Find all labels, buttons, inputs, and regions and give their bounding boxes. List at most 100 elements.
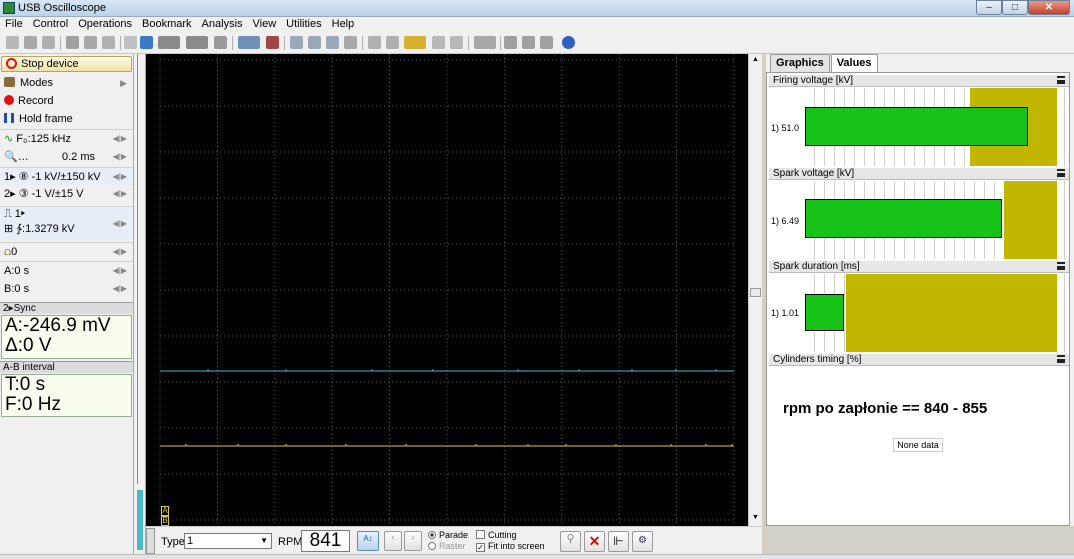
spin-arrows-icon[interactable]: ◀|▶ (113, 185, 127, 203)
channel-strip[interactable] (134, 54, 146, 554)
minimize-button[interactable]: – (976, 0, 1002, 15)
scroll-up-icon[interactable]: ▲ (752, 56, 759, 63)
undo-icon[interactable] (214, 36, 227, 49)
clear-button[interactable]: ✕ (584, 531, 605, 552)
folder-icon[interactable] (404, 36, 426, 49)
check-down-icon[interactable] (326, 36, 339, 49)
next-button[interactable]: › (404, 531, 422, 551)
layout-icon[interactable] (474, 36, 496, 49)
scroll-down-icon[interactable]: ▼ (752, 514, 759, 521)
previous-button[interactable]: ‹ (384, 531, 402, 551)
maximize-button[interactable]: □ (1002, 0, 1028, 15)
values-view: Firing voltage [kV] 1) 51.0 Spark voltag… (766, 72, 1070, 526)
spin-arrows-icon[interactable]: ◀|▶ (113, 243, 127, 261)
paste-icon[interactable] (84, 36, 97, 49)
spark-duration-limit-zone (846, 274, 1057, 352)
cursor-a-marker[interactable]: A (161, 506, 169, 516)
spin-arrows-icon[interactable]: ◀|▶ (113, 216, 127, 231)
sync-readout: A:-246.9 mV Δ:0 V (1, 315, 132, 359)
search-button[interactable]: ⚲ (560, 531, 581, 552)
page-icon[interactable] (344, 36, 357, 49)
export-icon[interactable] (386, 36, 399, 49)
grid-icon[interactable] (368, 36, 381, 49)
help-icon[interactable] (562, 36, 575, 49)
menu-control[interactable]: Control (28, 17, 73, 32)
spin-arrows-icon[interactable]: ◀|▶ (113, 148, 127, 166)
channel-2-control[interactable]: 2▸ ③ -1 V/±15 V ◀|▶ (0, 185, 133, 203)
scroll-thumb[interactable] (750, 288, 761, 297)
cursor-b-control[interactable]: B:0 s ◀|▶ (0, 280, 133, 298)
record-icon (4, 95, 14, 105)
raster-radio[interactable]: Raster (428, 541, 468, 552)
waveform-2-icon[interactable] (186, 36, 208, 49)
channel-b-icon[interactable] (450, 36, 463, 49)
channel-1-range-bar (137, 490, 143, 550)
spark-duration-gauge (805, 274, 1067, 352)
channel-2-marker[interactable]: 2▸ (148, 439, 159, 450)
measure-icon[interactable] (238, 36, 260, 49)
menu-help[interactable]: Help (327, 17, 360, 32)
check-all-icon[interactable] (308, 36, 321, 49)
trigger-control[interactable]: ⎍ 1▸ ⊞ ∱:1.3279 kV ◀|▶ (0, 206, 133, 240)
cylinder-button[interactable]: ⊩ (608, 531, 629, 552)
probe-icon[interactable] (140, 36, 153, 49)
ab-interval-readout: T:0 s F:0 Hz (1, 374, 132, 417)
channel-2-trace (160, 444, 734, 447)
hold-frame-button[interactable]: Hold frame (0, 110, 133, 128)
waveform-1-icon[interactable] (158, 36, 180, 49)
open-file-icon[interactable] (6, 36, 19, 49)
channel-1-control[interactable]: 1▸ ⑧ -1 kV/±150 kV ◀|▶ (0, 167, 133, 185)
settings-button[interactable]: ⚙ (632, 531, 653, 552)
collapse-icon[interactable] (1057, 169, 1065, 177)
cursor-b-marker[interactable]: B (161, 516, 169, 526)
timebase-control[interactable]: 🔍… 0.2 ms ◀|▶ (0, 148, 133, 166)
menu-analysis[interactable]: Analysis (197, 17, 248, 32)
menu-utilities[interactable]: Utilities (281, 17, 326, 32)
menu-file[interactable]: File (0, 17, 28, 32)
clip-icon[interactable] (102, 36, 115, 49)
channel-a-icon[interactable] (432, 36, 445, 49)
save-as-icon[interactable] (42, 36, 55, 49)
stop-device-button[interactable]: Stop device (1, 56, 132, 72)
spin-arrows-icon[interactable]: ◀|▶ (113, 130, 127, 148)
copy-icon[interactable] (66, 36, 79, 49)
tab-graphics[interactable]: Graphics (770, 54, 830, 72)
auto-scale-button[interactable]: A↕ (357, 531, 379, 551)
modes-menu[interactable]: Modes ▶ (0, 74, 133, 92)
collapse-icon[interactable] (1057, 262, 1065, 270)
spin-arrows-icon[interactable]: ◀|▶ (113, 262, 127, 280)
trigger-icon[interactable] (124, 36, 137, 49)
print-icon[interactable] (504, 36, 517, 49)
offset-control[interactable]: ⩍0 ◀|▶ (0, 242, 133, 260)
menu-bookmark[interactable]: Bookmark (137, 17, 197, 32)
panel-toggle-icon[interactable] (146, 528, 155, 554)
record-button[interactable]: Record (0, 92, 133, 110)
status-bar (0, 554, 1074, 559)
menu-operations[interactable]: Operations (73, 17, 137, 32)
menu-view[interactable]: View (248, 17, 282, 32)
bottom-toolbar: Type: 1 ▼ RPM: 841 A↕ ‹ › Parade Raster … (146, 526, 762, 555)
close-doc-icon[interactable] (540, 36, 553, 49)
trigger-level-icon: ⊞ ∱: (4, 223, 26, 235)
close-button[interactable]: ✕ (1028, 0, 1070, 15)
save-icon[interactable] (24, 36, 37, 49)
fit-into-screen-checkbox[interactable]: ✓ Fit into screen (476, 541, 545, 552)
cursor-a-control[interactable]: A:0 s ◀|▶ (0, 261, 133, 279)
menu-bar: File Control Operations Bookmark Analysi… (0, 17, 1074, 32)
scope-vertical-scrollbar[interactable]: ▲ ▼ (748, 54, 762, 526)
parade-radio[interactable]: Parade (428, 530, 468, 541)
tab-values[interactable]: Values (830, 54, 878, 73)
sample-rate-control[interactable]: ∿ F₀:125 kHz ◀|▶ (0, 129, 133, 147)
oscilloscope-display[interactable]: 1▸ 2▸ A B (146, 54, 748, 526)
collapse-icon[interactable] (1057, 355, 1065, 363)
spin-arrows-icon[interactable]: ◀|▶ (113, 280, 127, 298)
spin-arrows-icon[interactable]: ◀|▶ (113, 168, 127, 186)
channel-1-marker[interactable]: 1▸ (148, 361, 159, 372)
spark-voltage-bar (805, 199, 1002, 238)
type-select[interactable]: 1 ▼ (184, 533, 272, 549)
collapse-icon[interactable] (1057, 76, 1065, 84)
delete-measure-icon[interactable] (266, 36, 279, 49)
check-icon[interactable] (290, 36, 303, 49)
cutting-checkbox[interactable]: Cutting (476, 530, 545, 541)
report-icon[interactable] (522, 36, 535, 49)
